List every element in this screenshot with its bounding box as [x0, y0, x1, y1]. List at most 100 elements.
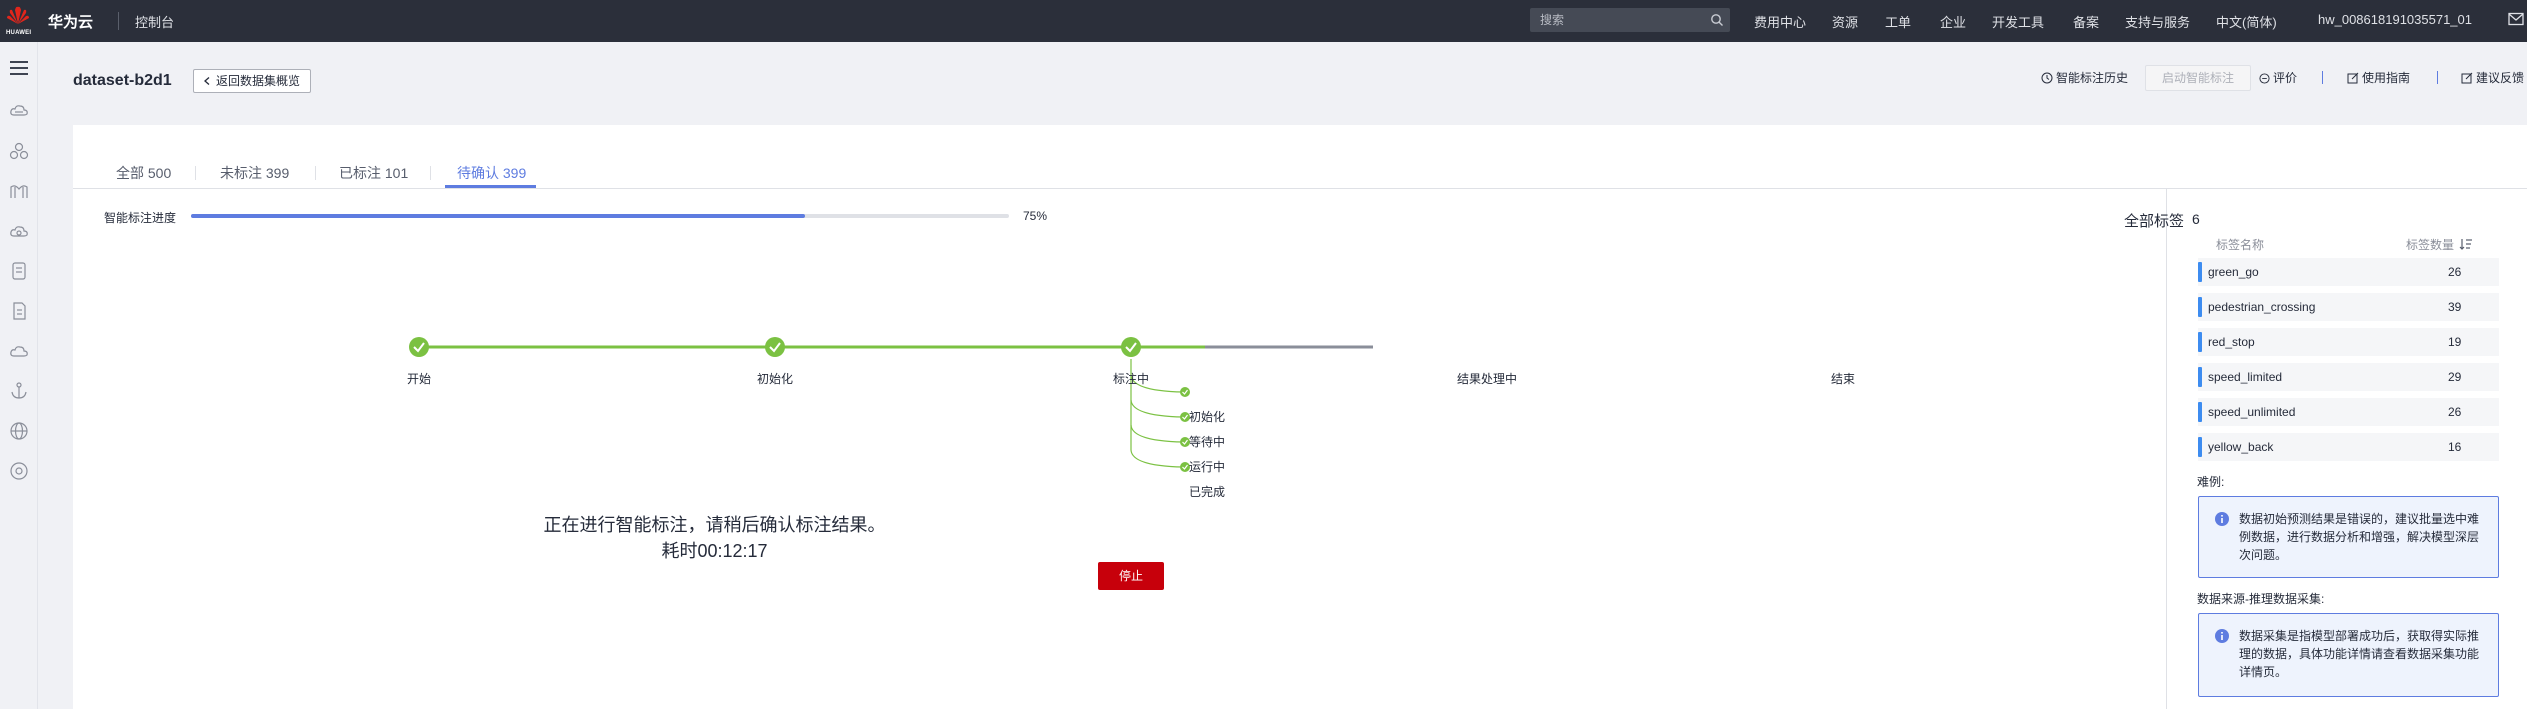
nav-dev-tools[interactable]: 开发工具	[1992, 12, 2044, 31]
label-count-column-header: 标签数量	[2406, 238, 2455, 252]
console-link[interactable]: 控制台	[135, 12, 174, 31]
label-color-bar	[2198, 437, 2202, 457]
storage-icon[interactable]	[9, 261, 29, 281]
substep-branch	[1130, 425, 1184, 468]
label-row[interactable]: yellow_back 16	[2198, 433, 2499, 461]
back-to-dataset-overview-button[interactable]: 返回数据集概览	[193, 69, 312, 93]
feedback-label: 建议反馈	[2476, 71, 2525, 85]
label-count: 16	[2448, 440, 2462, 454]
mail-icon[interactable]	[2508, 12, 2524, 26]
global-search[interactable]	[1530, 8, 1730, 32]
step-end-label: 结束	[1831, 372, 1856, 386]
nav-filing[interactable]: 备案	[2073, 12, 2099, 31]
rate-link[interactable]: 评价	[2259, 70, 2297, 86]
huawei-logo[interactable]: HUAWEI	[6, 4, 31, 38]
search-input[interactable]	[1530, 8, 1700, 32]
nav-tickets[interactable]: 工单	[1885, 12, 1911, 31]
bridge-icon[interactable]	[9, 181, 29, 201]
history-icon	[2041, 72, 2053, 84]
smart-label-history-link[interactable]: 智能标注历史	[2041, 70, 2128, 86]
top-navigation-bar: HUAWEI 华为云 控制台 费用中心 资源 工单 企业 开发工具 备案 支持与…	[0, 0, 2527, 42]
step-init-label: 初始化	[757, 372, 794, 386]
rate-icon	[2259, 73, 2270, 84]
label-row[interactable]: speed_unlimited 26	[2198, 398, 2499, 426]
label-row[interactable]: pedestrian_crossing 39	[2198, 293, 2499, 321]
data-source-text: 数据采集是指模型部署成功后，获取得实际推理的数据，具体功能详情请查看数据采集功能…	[2239, 629, 2480, 679]
label-color-bar	[2198, 402, 2202, 422]
label-row[interactable]: red_stop 19	[2198, 328, 2499, 356]
language-switch[interactable]: 中文(简体)	[2216, 12, 2277, 31]
user-account[interactable]: hw_008618191035571_01	[2318, 12, 2472, 27]
menu-icon[interactable]	[9, 58, 29, 78]
substep-running-label: 运行中	[1189, 460, 1226, 474]
stop-button[interactable]: 停止	[1098, 562, 1164, 590]
label-name: yellow_back	[2208, 440, 2274, 454]
settings-circle-icon[interactable]	[9, 461, 29, 481]
cloud-icon[interactable]	[9, 341, 29, 361]
substep-waiting-label: 等待中	[1189, 435, 1226, 449]
label-color-bar	[2198, 367, 2202, 387]
guide-label: 使用指南	[2362, 71, 2411, 85]
elapsed-time: 耗时00:12:17	[661, 541, 768, 561]
labels-total-count: 6	[2192, 211, 2200, 227]
label-color-bar	[2198, 262, 2202, 282]
sort-icon[interactable]	[2459, 238, 2473, 250]
edit-icon	[2347, 72, 2359, 84]
step-processing-label: 结果处理中	[1457, 372, 1518, 386]
step-start-label: 开始	[407, 372, 432, 386]
nav-enterprise[interactable]: 企业	[1940, 12, 1966, 31]
hard-examples-text: 数据初始预测结果是错误的，建议批量选中难例数据，进行数据分析和增强，解决模型深层…	[2239, 512, 2480, 562]
hard-examples-title: 难例:	[2197, 475, 2225, 489]
label-name: speed_limited	[2208, 370, 2283, 384]
label-name: speed_unlimited	[2208, 405, 2296, 419]
data-source-title: 数据来源-推理数据采集:	[2197, 592, 2325, 606]
label-name-column-header: 标签名称	[2216, 238, 2265, 252]
label-name: green_go	[2208, 265, 2259, 279]
user-guide-link[interactable]: 使用指南	[2347, 70, 2410, 86]
document-icon[interactable]	[9, 301, 29, 321]
history-label: 智能标注历史	[2056, 71, 2129, 85]
label-count: 29	[2448, 370, 2462, 384]
label-name: pedestrian_crossing	[2208, 300, 2316, 314]
feedback-link[interactable]: 建议反馈	[2461, 70, 2524, 86]
cloud-server-icon[interactable]	[9, 101, 29, 121]
nav-support[interactable]: 支持与服务	[2125, 12, 2190, 31]
huawei-flower-icon	[7, 6, 29, 25]
brand-name[interactable]: 华为云	[48, 11, 93, 32]
label-row[interactable]: speed_limited 29	[2198, 363, 2499, 391]
cloud-database-icon[interactable]	[9, 221, 29, 241]
step-labeling-label: 标注中	[1113, 372, 1150, 386]
hard-examples-note: 数据初始预测结果是错误的，建议批量选中难例数据，进行数据分析和增强，解决模型深层…	[2198, 496, 2499, 578]
anchor-icon[interactable]	[9, 381, 29, 401]
data-source-note: 数据采集是指模型部署成功后，获取得实际推理的数据，具体功能详情请查看数据采集功能…	[2198, 613, 2499, 697]
nav-resources[interactable]: 资源	[1832, 12, 1858, 31]
label-row[interactable]: green_go 26	[2198, 258, 2499, 286]
label-count: 26	[2448, 265, 2462, 279]
globe-icon[interactable]	[9, 421, 29, 441]
search-icon[interactable]	[1710, 13, 1724, 27]
substep-init-label: 初始化	[1189, 410, 1226, 424]
panel-divider	[2166, 189, 2167, 709]
divider	[118, 12, 119, 30]
label-name: red_stop	[2208, 335, 2255, 349]
info-icon	[2215, 512, 2229, 526]
label-color-bar	[2198, 297, 2202, 317]
substep-done-label: 已完成	[1189, 485, 1226, 499]
start-smart-labeling-button[interactable]: 启动智能标注	[2145, 65, 2251, 91]
divider	[2322, 71, 2323, 84]
status-message: 正在进行智能标注，请稍后确认标注结果。	[543, 515, 886, 535]
left-service-rail	[0, 42, 38, 709]
label-count: 39	[2448, 300, 2462, 314]
divider	[2437, 71, 2438, 84]
label-count: 26	[2448, 405, 2462, 419]
cluster-icon[interactable]	[9, 141, 29, 161]
info-icon	[2215, 629, 2229, 643]
substep-check-icon	[1180, 387, 1190, 397]
step-labeling-node	[1121, 337, 1141, 357]
substep-branch	[1130, 400, 1184, 443]
labels-panel-title: 全部标签	[2124, 213, 2185, 230]
nav-billing-center[interactable]: 费用中心	[1754, 12, 1806, 31]
step-init-node	[765, 337, 785, 357]
label-count: 19	[2448, 335, 2462, 349]
labeling-flow-diagram	[409, 337, 1373, 472]
